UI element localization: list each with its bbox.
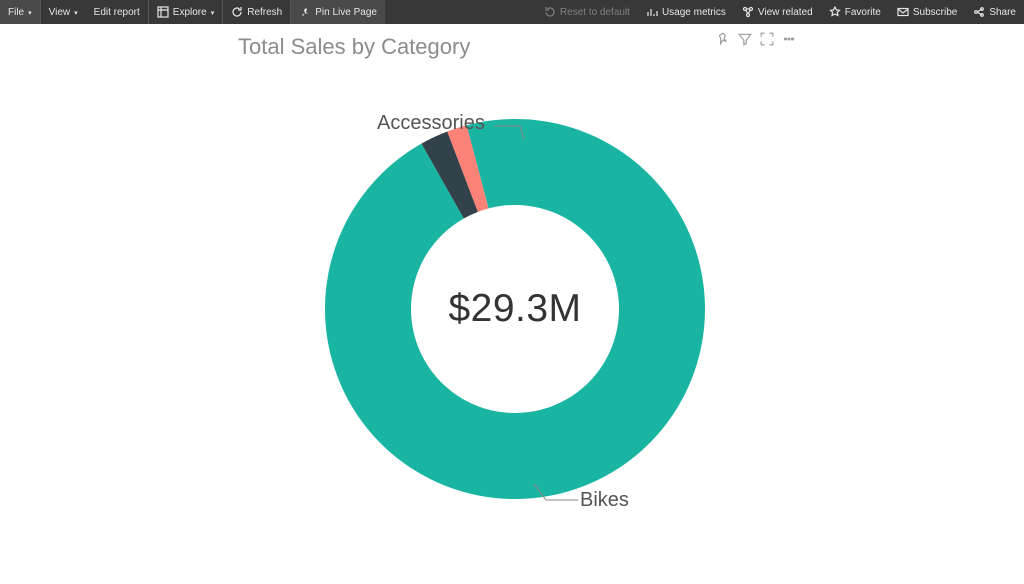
visual-title: Total Sales by Category [238, 34, 470, 60]
subscribe-label: Subscribe [913, 7, 957, 18]
view-related-label: View related [758, 7, 813, 18]
command-bar: File ▾ View ▾ Edit report Explore ▾ Refr… [0, 0, 1024, 24]
donut-chart[interactable]: $29.3M [320, 114, 710, 504]
share-icon [973, 6, 985, 18]
focus-mode-icon[interactable] [760, 32, 774, 46]
pin-visual-icon[interactable] [716, 32, 730, 46]
share-label: Share [989, 7, 1016, 18]
subscribe-icon [897, 6, 909, 18]
visual-header [716, 32, 796, 46]
view-related-icon [742, 6, 754, 18]
pin-live-page-button[interactable]: Pin Live Page [291, 0, 385, 24]
refresh-button[interactable]: Refresh [223, 0, 291, 24]
refresh-icon [231, 6, 243, 18]
view-menu-label: View [49, 7, 71, 18]
explore-label: Explore [173, 7, 207, 18]
edit-report-label: Edit report [94, 7, 140, 18]
pin-icon [299, 6, 311, 18]
favorite-button[interactable]: Favorite [821, 0, 889, 24]
file-menu[interactable]: File ▾ [0, 0, 41, 24]
explore-menu[interactable]: Explore ▾ [149, 0, 223, 24]
chevron-down-icon: ▾ [28, 9, 32, 17]
chevron-down-icon: ▾ [211, 9, 215, 17]
filter-icon[interactable] [738, 32, 752, 46]
slice-label-bikes: Bikes [580, 489, 629, 512]
file-menu-label: File [8, 7, 24, 18]
usage-metrics-label: Usage metrics [662, 7, 726, 18]
usage-metrics-button[interactable]: Usage metrics [638, 0, 734, 24]
reset-icon [544, 6, 556, 18]
donut-center-value: $29.3M [320, 114, 710, 504]
refresh-label: Refresh [247, 7, 282, 18]
share-button[interactable]: Share [965, 0, 1024, 24]
usage-metrics-icon [646, 6, 658, 18]
edit-report-button[interactable]: Edit report [86, 0, 149, 24]
reset-label: Reset to default [560, 7, 630, 18]
subscribe-button[interactable]: Subscribe [889, 0, 965, 24]
star-icon [829, 6, 841, 18]
more-options-icon[interactable] [782, 32, 796, 46]
command-bar-right: Reset to default Usage metrics View rela… [536, 0, 1024, 24]
pin-live-page-label: Pin Live Page [315, 7, 377, 18]
reset-button: Reset to default [536, 0, 638, 24]
view-menu[interactable]: View ▾ [41, 0, 86, 24]
command-bar-left: File ▾ View ▾ Edit report Explore ▾ Refr… [0, 0, 385, 24]
slice-label-accessories: Accessories [377, 112, 485, 135]
report-canvas: Total Sales by Category $29.3M Accessori… [0, 24, 1024, 584]
explore-icon [157, 6, 169, 18]
view-related-button[interactable]: View related [734, 0, 821, 24]
favorite-label: Favorite [845, 7, 881, 18]
chevron-down-icon: ▾ [74, 9, 78, 17]
